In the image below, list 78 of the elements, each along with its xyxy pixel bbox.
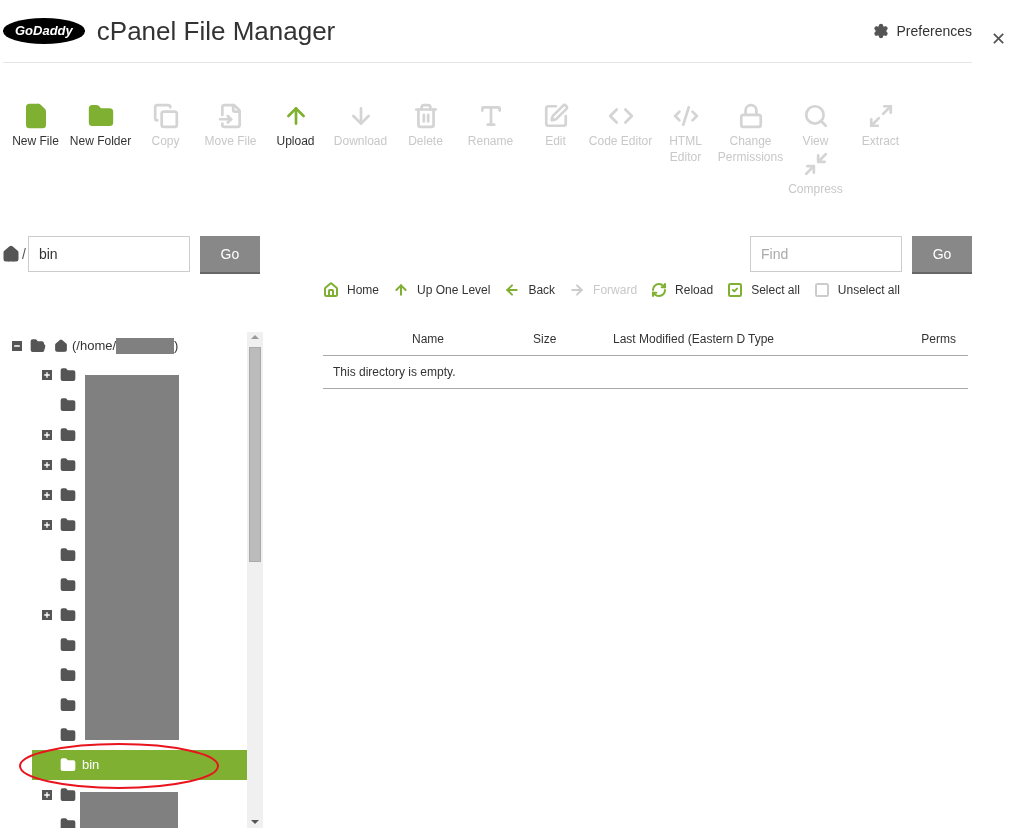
folder-icon (60, 727, 76, 743)
pencil-icon (542, 103, 569, 129)
lock-icon (737, 103, 764, 129)
toolbar-button[interactable]: Upload (263, 103, 328, 149)
settings-icon (872, 23, 889, 39)
column-header[interactable]: Size (533, 329, 613, 348)
collapse-toggle[interactable] (12, 341, 22, 351)
go-button[interactable]: Go (912, 236, 972, 272)
path-separator: / (22, 244, 26, 264)
column-header[interactable]: Perms (911, 329, 956, 348)
inward-arrows-icon (802, 151, 829, 177)
column-header[interactable]: Name (323, 329, 533, 348)
column-header[interactable]: Type (748, 329, 898, 348)
folder-icon (60, 787, 76, 803)
nav-link[interactable]: Up One Level (393, 281, 491, 299)
up-arrow-icon (393, 282, 409, 298)
path-field[interactable]: bin (27, 236, 190, 272)
folder-icon (60, 637, 76, 653)
checked-box-icon (727, 282, 744, 298)
toolbar-button[interactable]: New Folder (68, 103, 133, 149)
folder-icon (60, 757, 76, 773)
expand-toggle[interactable] (42, 610, 52, 620)
home-icon[interactable] (2, 245, 20, 263)
search-icon (802, 103, 829, 129)
redaction-block (116, 338, 175, 354)
minus-icon (13, 342, 21, 350)
toolbar-button[interactable]: New File (3, 103, 68, 149)
nav-link[interactable]: Home (323, 281, 379, 299)
folder-icon (60, 367, 76, 383)
folder-icon (60, 547, 76, 563)
plus-icon (43, 521, 51, 529)
nav-link[interactable]: Select all (727, 281, 800, 299)
folder-icon (60, 517, 76, 533)
logo: GoDaddy (3, 18, 85, 44)
reload-icon (651, 282, 668, 298)
plus-icon (43, 461, 51, 469)
go-button[interactable]: Go (199, 236, 260, 272)
empty-message: This directory is empty. (333, 364, 456, 381)
nav-link[interactable]: Reload (651, 281, 714, 299)
column-header[interactable]: Last Modified (Eastern D (613, 329, 748, 348)
home-icon (54, 339, 68, 353)
home-icon (323, 282, 339, 298)
nav-link[interactable]: Back (504, 281, 556, 299)
preferences-button[interactable]: Preferences (872, 20, 972, 42)
close-button[interactable]: ✕ (991, 26, 1006, 53)
scroll-down-icon[interactable] (251, 820, 259, 824)
code-icon (672, 103, 699, 129)
folder-icon (60, 697, 76, 713)
plus-icon (43, 491, 51, 499)
copy-icon (152, 103, 179, 129)
empty-checkbox-icon (813, 282, 830, 298)
find-field[interactable]: Find (750, 236, 902, 272)
tree-root-label[interactable]: ) (174, 336, 179, 356)
folder-icon (60, 487, 76, 503)
trash-icon (412, 103, 439, 129)
folder-icon (60, 667, 76, 683)
folder-icon (60, 577, 76, 593)
plus-icon (43, 371, 51, 379)
expand-toggle[interactable] (42, 370, 52, 380)
folder-icon (60, 427, 76, 443)
folder-icon (60, 607, 76, 623)
expand-toggle[interactable] (42, 790, 52, 800)
plus-icon (43, 431, 51, 439)
folder-open-icon (30, 338, 46, 354)
folder-icon (60, 397, 76, 413)
plus-icon (43, 611, 51, 619)
plus-icon (43, 791, 51, 799)
expand-toggle[interactable] (42, 490, 52, 500)
folder-plus-icon (87, 103, 114, 129)
expand-toggle[interactable] (42, 520, 52, 530)
window-title: cPanel File Manager (96, 14, 336, 48)
expand-toggle[interactable] (42, 430, 52, 440)
outward-arrows-icon (867, 103, 894, 129)
folder-icon (60, 457, 76, 473)
tree-root-label[interactable]: (/home/ (72, 336, 117, 356)
scrollbar-thumb[interactable] (249, 347, 261, 562)
nav-link[interactable]: Unselect all (813, 281, 900, 299)
expand-toggle[interactable] (42, 460, 52, 470)
